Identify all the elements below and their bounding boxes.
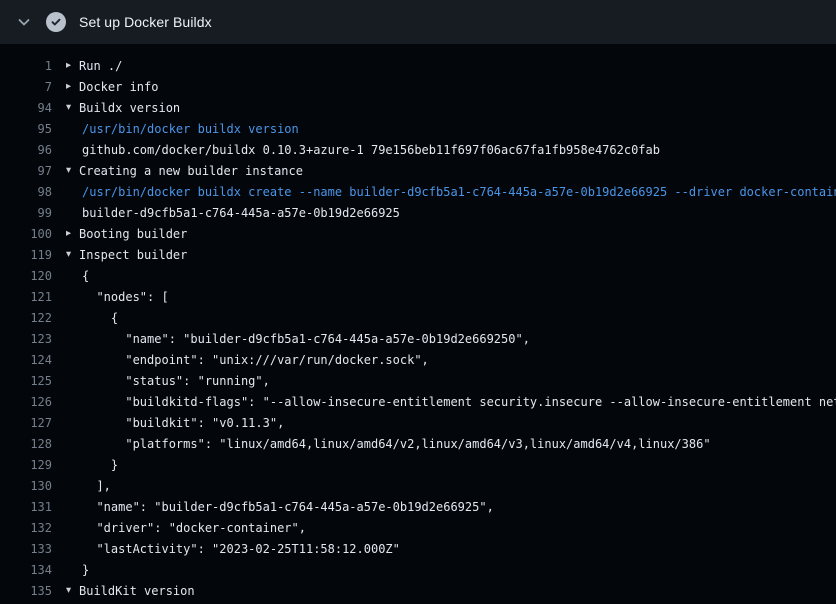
log-text: "platforms": "linux/amd64,linux/amd64/v2… bbox=[82, 434, 711, 455]
log-text: "endpoint": "unix:///var/run/docker.sock… bbox=[82, 350, 429, 371]
log-line: 131 "name": "builder-d9cfb5a1-c764-445a-… bbox=[0, 497, 836, 518]
log-lines: 1 ▶ Run ./ 7 ▶ Docker info 94 ▼ Buildx v… bbox=[0, 44, 836, 604]
log-text: BuildKit version bbox=[79, 581, 195, 602]
log-line: 119 ▼ Inspect builder bbox=[0, 245, 836, 266]
line-number-link[interactable]: 126 bbox=[0, 392, 52, 413]
line-number-link[interactable]: 122 bbox=[0, 308, 52, 329]
step-header[interactable]: Set up Docker Buildx bbox=[0, 0, 836, 44]
log-line: 100 ▶ Booting builder bbox=[0, 224, 836, 245]
line-number-link[interactable]: 99 bbox=[0, 203, 52, 224]
log-text: github.com/docker/buildx 0.10.3+azure-1 … bbox=[82, 140, 660, 161]
log-line: 126 "buildkitd-flags": "--allow-insecure… bbox=[0, 392, 836, 413]
log-line: 125 "status": "running", bbox=[0, 371, 836, 392]
log-text: Buildx version bbox=[79, 98, 180, 119]
check-circle-icon bbox=[46, 12, 66, 32]
log-text: "status": "running", bbox=[82, 371, 270, 392]
log-text: builder-d9cfb5a1-c764-445a-a57e-0b19d2e6… bbox=[82, 203, 400, 224]
log-text: "nodes": [ bbox=[82, 287, 169, 308]
line-number-link[interactable]: 98 bbox=[0, 182, 52, 203]
line-number-link[interactable]: 134 bbox=[0, 560, 52, 581]
log-line: 129 } bbox=[0, 455, 836, 476]
line-number-link[interactable]: 94 bbox=[0, 98, 52, 119]
line-number-link[interactable]: 119 bbox=[0, 245, 52, 266]
line-number-link[interactable]: 95 bbox=[0, 119, 52, 140]
log-line: 96 github.com/docker/buildx 0.10.3+azure… bbox=[0, 140, 836, 161]
line-number-link[interactable]: 131 bbox=[0, 497, 52, 518]
line-number-link[interactable]: 96 bbox=[0, 140, 52, 161]
line-number-link[interactable]: 1 bbox=[0, 56, 52, 77]
triangle-expanded-icon[interactable]: ▼ bbox=[66, 161, 79, 182]
line-number-link[interactable]: 128 bbox=[0, 434, 52, 455]
triangle-collapsed-icon[interactable]: ▶ bbox=[66, 56, 79, 77]
line-number-link[interactable]: 124 bbox=[0, 350, 52, 371]
line-number-link[interactable]: 100 bbox=[0, 224, 52, 245]
triangle-expanded-icon[interactable]: ▼ bbox=[66, 581, 79, 602]
log-line: 7 ▶ Docker info bbox=[0, 77, 836, 98]
triangle-expanded-icon[interactable]: ▼ bbox=[66, 98, 79, 119]
log-text: Inspect builder bbox=[79, 245, 187, 266]
log-line: 130 ], bbox=[0, 476, 836, 497]
log-text: /usr/bin/docker buildx create --name bui… bbox=[82, 182, 836, 203]
triangle-expanded-icon[interactable]: ▼ bbox=[66, 245, 79, 266]
line-number-link[interactable]: 135 bbox=[0, 581, 52, 602]
log-line: 122 { bbox=[0, 308, 836, 329]
line-number-link[interactable]: 120 bbox=[0, 266, 52, 287]
log-line: 97 ▼ Creating a new builder instance bbox=[0, 161, 836, 182]
log-line: 120 { bbox=[0, 266, 836, 287]
line-number-link[interactable]: 130 bbox=[0, 476, 52, 497]
log-text: Creating a new builder instance bbox=[79, 161, 303, 182]
log-line: 135 ▼ BuildKit version bbox=[0, 581, 836, 602]
log-text: ], bbox=[82, 476, 111, 497]
log-text: Booting builder bbox=[79, 224, 187, 245]
line-number-link[interactable]: 97 bbox=[0, 161, 52, 182]
triangle-collapsed-icon[interactable]: ▶ bbox=[66, 77, 79, 98]
log-text: "lastActivity": "2023-02-25T11:58:12.000… bbox=[82, 539, 400, 560]
log-line: 133 "lastActivity": "2023-02-25T11:58:12… bbox=[0, 539, 836, 560]
line-number-link[interactable]: 121 bbox=[0, 287, 52, 308]
log-text: Docker info bbox=[79, 77, 158, 98]
log-line: 99 builder-d9cfb5a1-c764-445a-a57e-0b19d… bbox=[0, 203, 836, 224]
log-line: 128 "platforms": "linux/amd64,linux/amd6… bbox=[0, 434, 836, 455]
triangle-collapsed-icon[interactable]: ▶ bbox=[66, 224, 79, 245]
log-text: { bbox=[82, 266, 89, 287]
log-line: 127 "buildkit": "v0.11.3", bbox=[0, 413, 836, 434]
line-number-link[interactable]: 132 bbox=[0, 518, 52, 539]
log-line: 95 /usr/bin/docker buildx version bbox=[0, 119, 836, 140]
log-text: /usr/bin/docker buildx version bbox=[82, 119, 299, 140]
log-text: "buildkit": "v0.11.3", bbox=[82, 413, 284, 434]
line-number-link[interactable]: 127 bbox=[0, 413, 52, 434]
log-line: 98 /usr/bin/docker buildx create --name … bbox=[0, 182, 836, 203]
log-line: 94 ▼ Buildx version bbox=[0, 98, 836, 119]
chevron-down-icon[interactable] bbox=[16, 14, 32, 30]
line-number-link[interactable]: 125 bbox=[0, 371, 52, 392]
log-text: "driver": "docker-container", bbox=[82, 518, 306, 539]
log-line: 124 "endpoint": "unix:///var/run/docker.… bbox=[0, 350, 836, 371]
log-line: 132 "driver": "docker-container", bbox=[0, 518, 836, 539]
log-text: Run ./ bbox=[79, 56, 122, 77]
line-number-link[interactable]: 123 bbox=[0, 329, 52, 350]
log-line: 1 ▶ Run ./ bbox=[0, 56, 836, 77]
log-text: { bbox=[82, 308, 118, 329]
line-number-link[interactable]: 129 bbox=[0, 455, 52, 476]
log-text: "buildkitd-flags": "--allow-insecure-ent… bbox=[82, 392, 836, 413]
log-text: "name": "builder-d9cfb5a1-c764-445a-a57e… bbox=[82, 497, 494, 518]
log-text: "name": "builder-d9cfb5a1-c764-445a-a57e… bbox=[82, 329, 530, 350]
log-line: 134 } bbox=[0, 560, 836, 581]
line-number-link[interactable]: 133 bbox=[0, 539, 52, 560]
step-title: Set up Docker Buildx bbox=[79, 14, 212, 30]
log-line: 123 "name": "builder-d9cfb5a1-c764-445a-… bbox=[0, 329, 836, 350]
log-text: } bbox=[82, 455, 118, 476]
line-number-link[interactable]: 7 bbox=[0, 77, 52, 98]
log-line: 121 "nodes": [ bbox=[0, 287, 836, 308]
log-text: } bbox=[82, 560, 89, 581]
